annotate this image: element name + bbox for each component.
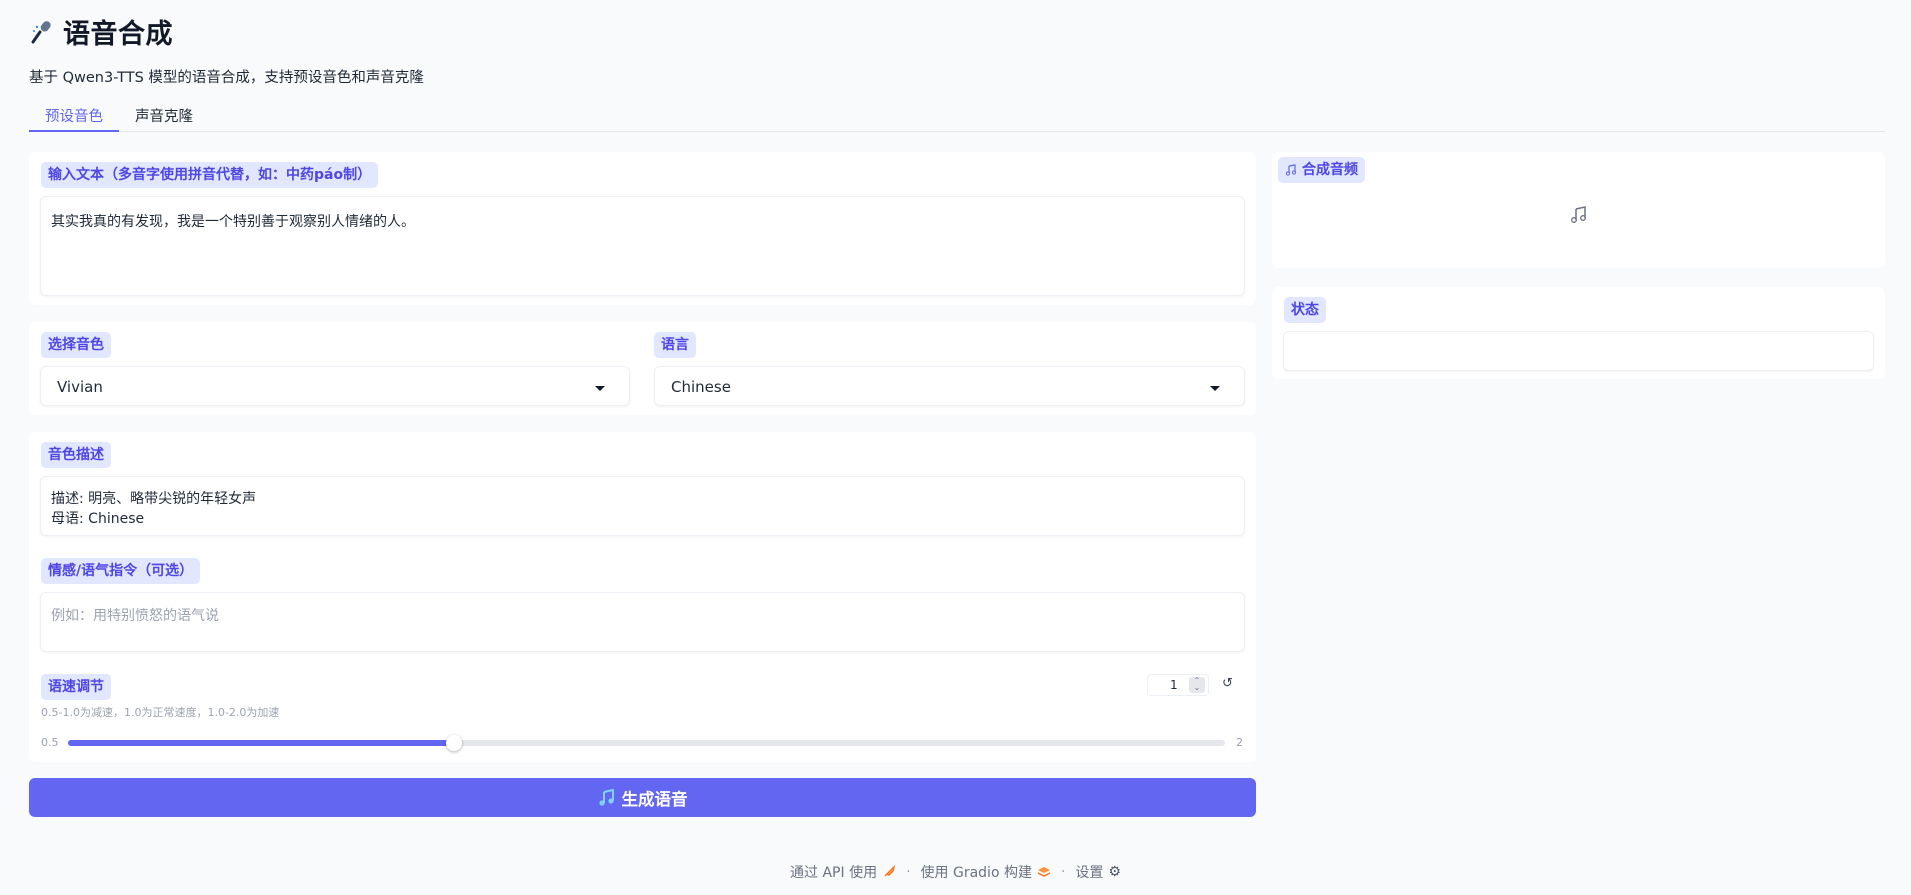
speed-info: 0.5-1.0为减速，1.0为正常速度，1.0-2.0为加速 bbox=[41, 706, 280, 719]
gradio-link-label: 使用 Gradio 构建 bbox=[920, 865, 1032, 881]
speed-slider-fill bbox=[68, 740, 454, 746]
voice-description-box: 描述: 明亮、略带尖锐的年轻女声 母语: Chinese bbox=[40, 476, 1245, 536]
status-box bbox=[1283, 331, 1874, 371]
speed-max-label: 2 bbox=[1236, 736, 1243, 749]
speed-slider-thumb[interactable] bbox=[445, 735, 462, 751]
footer: 通过 API 使用 · 使用 Gradio 构建 · 设置 ⚙ bbox=[0, 862, 1911, 882]
voice-select-label: 选择音色 bbox=[41, 332, 111, 358]
language-dropdown-value: Chinese bbox=[671, 378, 731, 396]
voice-language-block: 选择音色 Vivian 语言 Chinese bbox=[29, 322, 1256, 415]
input-text-block: 输入文本（多音字使用拼音代替，如：中药páo制） 其实我真的有发现，我是一个特别… bbox=[29, 152, 1256, 305]
status-block: 状态 bbox=[1272, 287, 1885, 379]
voice-settings-block: 音色描述 描述: 明亮、略带尖锐的年轻女声 母语: Chinese 情感/语气指… bbox=[29, 432, 1256, 762]
settings-link[interactable]: 设置 ⚙ bbox=[1075, 862, 1121, 882]
tab-voice-clone[interactable]: 声音克隆 bbox=[119, 104, 209, 132]
emotion-instruction-placeholder: 例如：用特别愤怒的语气说 bbox=[51, 608, 219, 624]
output-audio-label-text: 合成音频 bbox=[1302, 162, 1358, 178]
voice-dropdown-value: Vivian bbox=[57, 378, 103, 396]
speed-slider[interactable] bbox=[68, 735, 1225, 751]
tab-preset-voice[interactable]: 预设音色 bbox=[29, 104, 119, 132]
tab-bar: 预设音色 声音克隆 bbox=[29, 104, 1885, 132]
page-subtitle: 基于 Qwen3-TTS 模型的语音合成，支持预设音色和声音克隆 bbox=[29, 70, 424, 86]
input-text-label: 输入文本（多音字使用拼音代替，如：中药páo制） bbox=[41, 162, 379, 188]
footer-separator: · bbox=[1060, 864, 1066, 880]
gradio-logo-icon bbox=[1037, 867, 1051, 877]
page-title-row: 语音合成 bbox=[29, 12, 173, 51]
speed-number-input[interactable]: 1 ⌃ ⌄ bbox=[1147, 674, 1209, 696]
reset-icon[interactable]: ↺ bbox=[1222, 676, 1233, 691]
status-label: 状态 bbox=[1284, 297, 1326, 323]
music-note-icon bbox=[598, 788, 614, 806]
input-text-value: 其实我真的有发现，我是一个特别善于观察别人情绪的人。 bbox=[51, 214, 415, 230]
language-select-label: 语言 bbox=[654, 332, 696, 358]
input-text-textarea[interactable]: 其实我真的有发现，我是一个特别善于观察别人情绪的人。 bbox=[40, 196, 1245, 296]
speed-number-value: 1 bbox=[1170, 678, 1178, 692]
page-title: 语音合成 bbox=[63, 19, 173, 50]
generate-speech-button[interactable]: 生成语音 bbox=[29, 778, 1256, 817]
microphone-icon bbox=[31, 20, 51, 43]
api-link-label: 通过 API 使用 bbox=[790, 865, 878, 881]
music-note-icon bbox=[1285, 164, 1297, 176]
chevron-down-icon bbox=[1210, 386, 1220, 391]
page: 语音合成 基于 Qwen3-TTS 模型的语音合成，支持预设音色和声音克隆 预设… bbox=[0, 0, 1911, 895]
gear-icon: ⚙ bbox=[1108, 864, 1121, 880]
music-note-icon bbox=[1571, 206, 1586, 223]
voice-description-line1: 描述: 明亮、略带尖锐的年轻女声 bbox=[51, 491, 257, 507]
settings-link-label: 设置 bbox=[1075, 865, 1104, 881]
api-link[interactable]: 通过 API 使用 bbox=[790, 862, 896, 882]
rocket-icon bbox=[884, 865, 896, 877]
emotion-instruction-input[interactable]: 例如：用特别愤怒的语气说 bbox=[40, 592, 1245, 652]
chevron-down-icon bbox=[595, 386, 605, 391]
footer-separator: · bbox=[906, 864, 911, 880]
output-audio-label: 合成音频 bbox=[1278, 157, 1365, 183]
generate-speech-label: 生成语音 bbox=[621, 789, 688, 809]
output-audio-block: 合成音频 bbox=[1272, 152, 1885, 268]
voice-description-line2: 母语: Chinese bbox=[51, 511, 145, 527]
voice-description-label: 音色描述 bbox=[41, 442, 111, 468]
voice-dropdown[interactable]: Vivian bbox=[40, 366, 630, 406]
speed-min-label: 0.5 bbox=[41, 736, 59, 749]
emotion-instruction-label: 情感/语气指令（可选） bbox=[41, 558, 201, 584]
stepper-icon[interactable]: ⌃ ⌄ bbox=[1189, 677, 1205, 693]
language-dropdown[interactable]: Chinese bbox=[654, 366, 1245, 406]
gradio-link[interactable]: 使用 Gradio 构建 bbox=[921, 862, 1051, 882]
speed-label: 语速调节 bbox=[41, 674, 111, 700]
